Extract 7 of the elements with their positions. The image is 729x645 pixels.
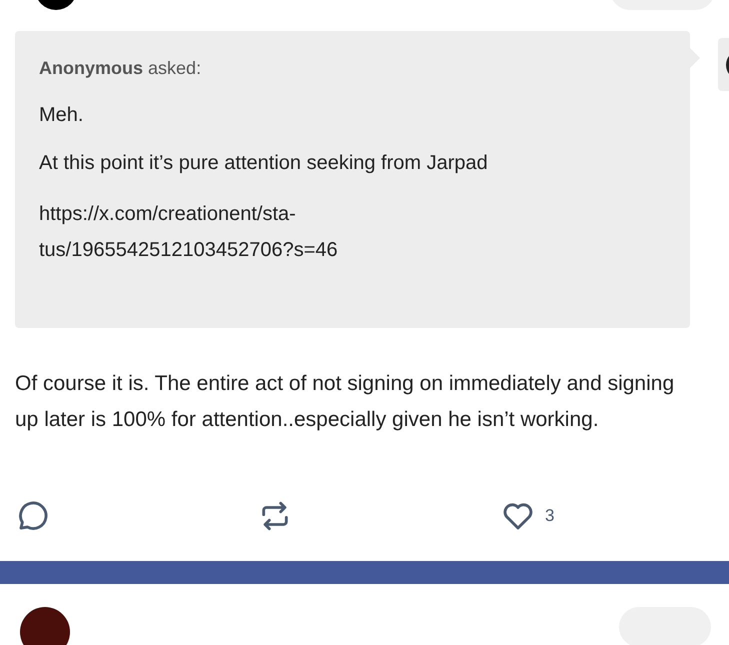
like-count: 3 <box>545 505 554 528</box>
asker-line: Anonymous asked: <box>39 57 202 80</box>
question-text: At this point it’s pure attention seeking from Jarpad <box>39 151 489 176</box>
question-text: Meh. <box>39 103 84 128</box>
avatar[interactable] <box>20 607 70 645</box>
answer-text: Of course it is. The entire act of not signing on immediately and signing up later is 100% for attention..especially given he isn’t working. <box>15 371 676 433</box>
link[interactable]: https://x.com/creationent/sta- tus/1965542512103452706?s=46 <box>39 196 666 268</box>
